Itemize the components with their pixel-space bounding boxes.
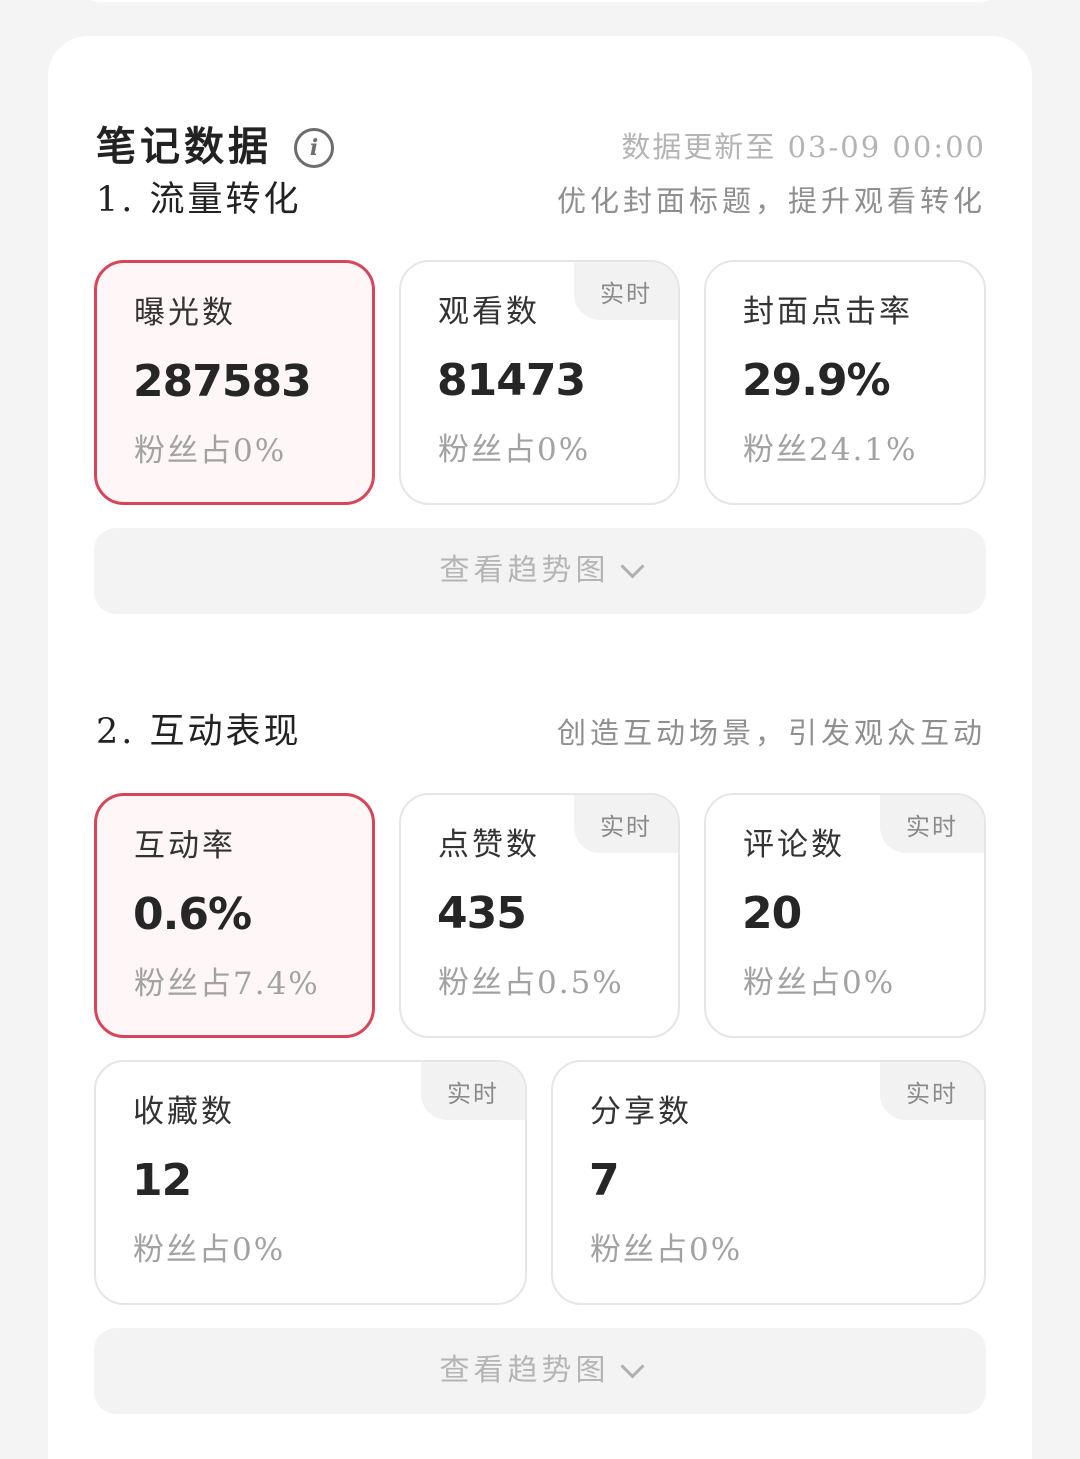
metric-value: 12 bbox=[132, 1155, 192, 1206]
metric-value: 81473 bbox=[437, 355, 586, 406]
metric-value: 287583 bbox=[133, 356, 312, 407]
metric-card-shares[interactable]: 实时 分享数 7 粉丝占0% bbox=[551, 1060, 986, 1305]
previous-card-edge bbox=[78, 0, 1002, 2]
metric-fan-share: 粉丝占0% bbox=[590, 1232, 743, 1268]
realtime-badge: 实时 bbox=[574, 262, 678, 320]
metric-fan-share: 粉丝占0.5% bbox=[438, 965, 624, 1001]
metric-fan-share: 粉丝占0% bbox=[133, 1232, 286, 1268]
note-data-card: 笔记数据 i 数据更新至 03-09 00:00 1. 流量转化 优化封面标题，… bbox=[48, 36, 1032, 1459]
realtime-badge: 实时 bbox=[880, 795, 984, 853]
metric-fan-share: 粉丝占0% bbox=[743, 965, 896, 1001]
trend-button-label: 查看趋势图 bbox=[439, 553, 610, 588]
metric-fan-share: 粉丝占0% bbox=[134, 433, 287, 469]
metric-card-comments[interactable]: 实时 评论数 20 粉丝占0% bbox=[704, 793, 986, 1038]
metric-value: 29.9% bbox=[742, 355, 891, 406]
metric-value: 7 bbox=[589, 1155, 620, 1206]
view-trend-button-traffic[interactable]: 查看趋势图 bbox=[94, 528, 986, 614]
update-time: 数据更新至 03-09 00:00 bbox=[621, 130, 986, 164]
metric-fan-share: 粉丝24.1% bbox=[743, 432, 918, 468]
metric-fan-share: 粉丝占0% bbox=[438, 432, 591, 468]
metric-label: 曝光数 bbox=[134, 295, 236, 331]
metric-label: 评论数 bbox=[743, 827, 845, 863]
realtime-badge: 实时 bbox=[880, 1062, 984, 1120]
metric-value: 435 bbox=[437, 888, 527, 939]
metric-label: 点赞数 bbox=[438, 827, 540, 863]
metric-card-favorites[interactable]: 实时 收藏数 12 粉丝占0% bbox=[94, 1060, 527, 1305]
realtime-badge: 实时 bbox=[421, 1062, 525, 1120]
section-title-traffic: 1. 流量转化 bbox=[96, 180, 302, 220]
metric-label: 封面点击率 bbox=[743, 294, 913, 330]
section-hint-traffic: 优化封面标题，提升观看转化 bbox=[556, 184, 986, 218]
chevron-down-icon bbox=[619, 1353, 645, 1379]
section-hint-interaction: 创造互动场景，引发观众互动 bbox=[556, 716, 986, 750]
metric-value: 20 bbox=[742, 888, 802, 939]
view-trend-button-interaction[interactable]: 查看趋势图 bbox=[94, 1328, 986, 1414]
card-header: 笔记数据 i 数据更新至 03-09 00:00 bbox=[96, 120, 986, 174]
metric-card-likes[interactable]: 实时 点赞数 435 粉丝占0.5% bbox=[399, 793, 680, 1038]
page-title: 笔记数据 bbox=[96, 123, 272, 170]
metric-label: 分享数 bbox=[590, 1094, 692, 1130]
trend-button-label: 查看趋势图 bbox=[439, 1353, 610, 1388]
info-icon[interactable]: i bbox=[294, 128, 334, 168]
realtime-badge: 实时 bbox=[574, 795, 678, 853]
metric-card-cover-ctr[interactable]: 封面点击率 29.9% 粉丝24.1% bbox=[704, 260, 986, 505]
metric-label: 收藏数 bbox=[133, 1094, 235, 1130]
metric-label: 观看数 bbox=[438, 294, 540, 330]
metric-value: 0.6% bbox=[133, 889, 252, 940]
metric-card-engagement-rate[interactable]: 互动率 0.6% 粉丝占7.4% bbox=[94, 793, 375, 1038]
metric-label: 互动率 bbox=[134, 828, 236, 864]
metric-card-impressions[interactable]: 曝光数 287583 粉丝占0% bbox=[94, 260, 375, 505]
metric-card-views[interactable]: 实时 观看数 81473 粉丝占0% bbox=[399, 260, 680, 505]
section-title-interaction: 2. 互动表现 bbox=[96, 712, 302, 752]
chevron-down-icon bbox=[619, 553, 645, 579]
metric-fan-share: 粉丝占7.4% bbox=[134, 966, 320, 1002]
